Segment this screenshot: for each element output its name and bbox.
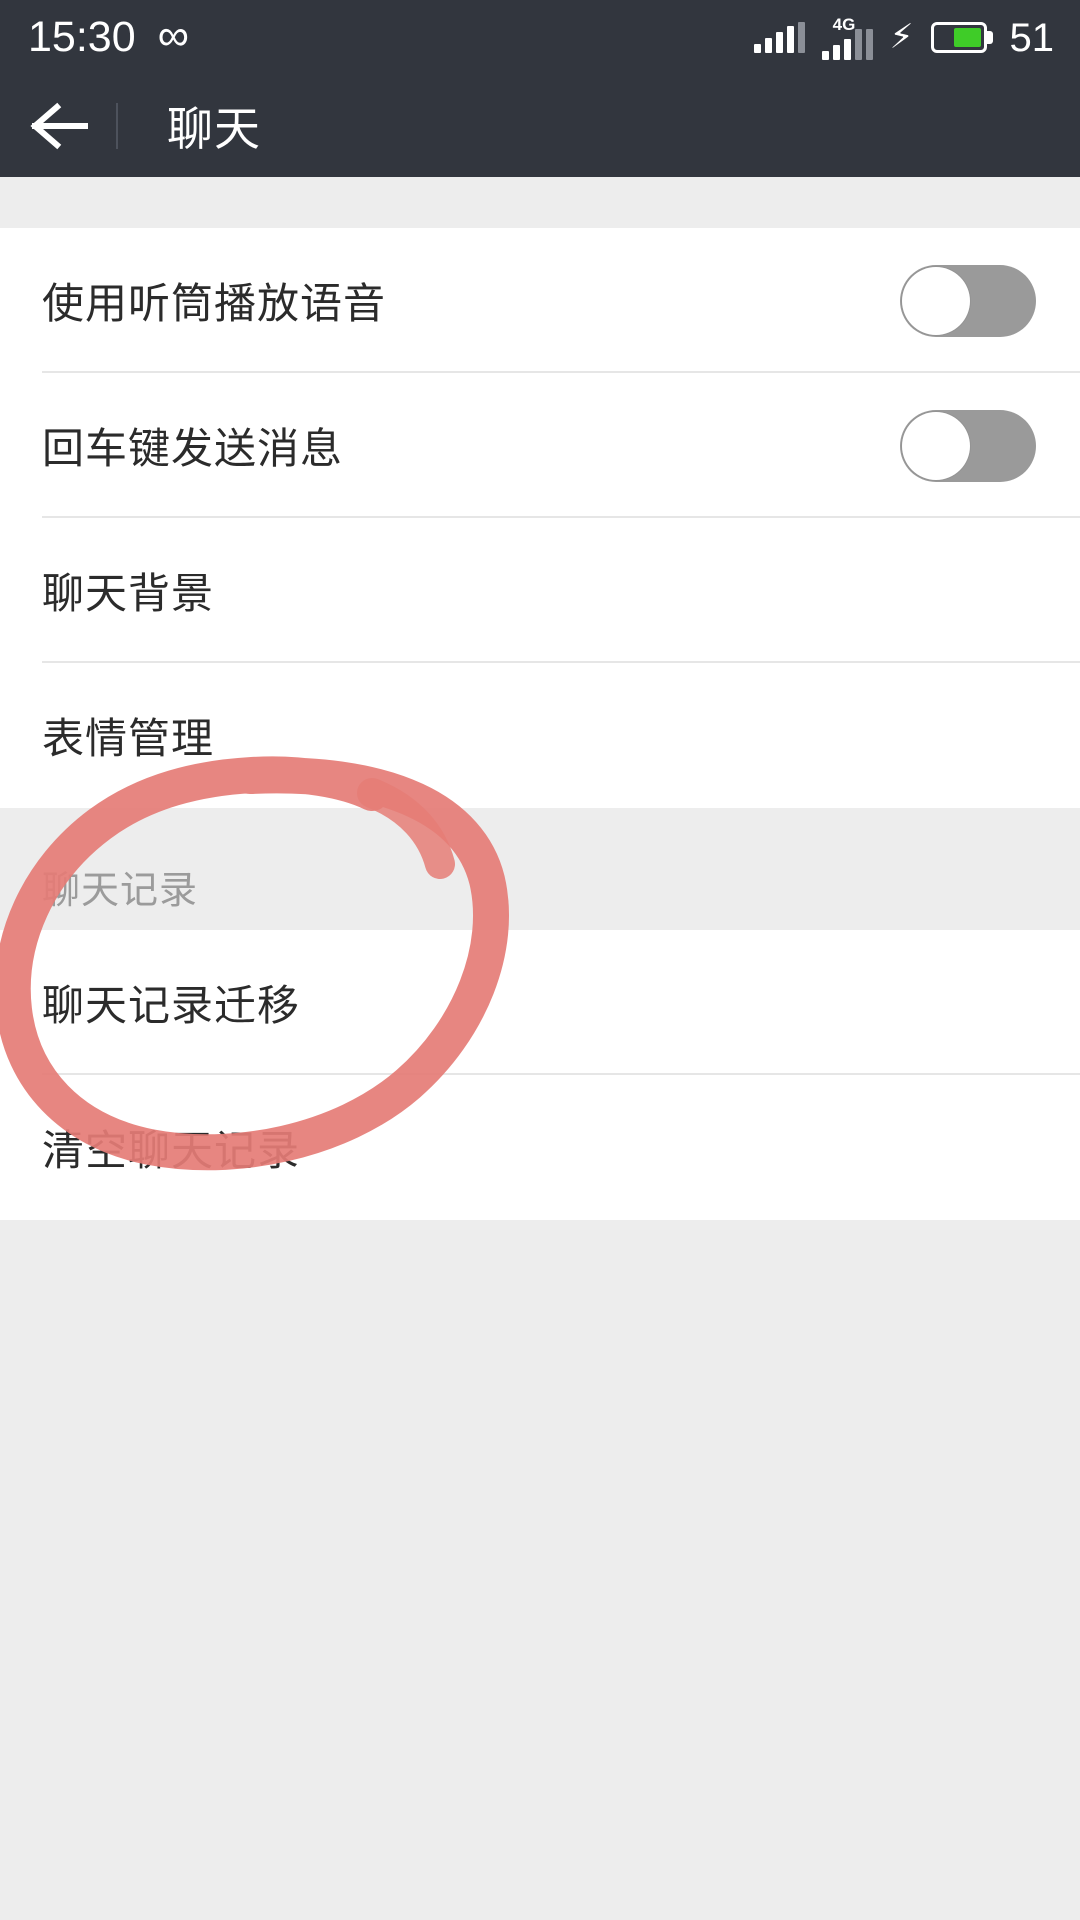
settings-content: 使用听筒播放语音 回车键发送消息 聊天背景 表情管理 聊天记录 聊天记录迁移 清… [0, 177, 1080, 1920]
signal-bars-sim1-icon [753, 21, 805, 53]
back-button[interactable] [0, 75, 116, 177]
row-enter-sends-message[interactable]: 回车键发送消息 [0, 373, 1080, 518]
section-header-chat-history: 聊天记录 [0, 808, 1080, 930]
row-emoji-management[interactable]: 表情管理 [0, 663, 1080, 808]
bottom-spacer [0, 1220, 1080, 1920]
status-bar-right: 4G ⚡ 51 [753, 15, 1055, 60]
battery-percent-label: 51 [1009, 15, 1055, 60]
toggle-enter-sends-message[interactable] [900, 409, 1036, 482]
phone-screen: 15:30 ∞ 4G ⚡ 51 聊天 使用听筒播放语音 回车键发送消息 聊天背景… [0, 0, 1080, 1920]
settings-group-chat: 使用听筒播放语音 回车键发送消息 聊天背景 表情管理 [0, 228, 1080, 808]
row-label: 聊天背景 [42, 570, 215, 617]
status-bar: 15:30 ∞ 4G ⚡ 51 [0, 0, 1080, 75]
row-clear-chat-history[interactable]: 清空聊天记录 [0, 1075, 1080, 1220]
page-title: 聊天 [167, 103, 261, 155]
row-label: 使用听筒播放语音 [42, 280, 387, 327]
row-chat-history-migration[interactable]: 聊天记录迁移 [0, 930, 1080, 1075]
row-label: 表情管理 [42, 715, 215, 762]
row-label: 聊天记录迁移 [42, 982, 301, 1029]
back-arrow-icon [30, 102, 88, 150]
toggle-earpiece-playback[interactable] [900, 264, 1036, 337]
row-earpiece-playback[interactable]: 使用听筒播放语音 [0, 228, 1080, 373]
infinity-icon: ∞ [157, 10, 189, 60]
settings-group-chat-history: 聊天记录迁移 清空聊天记录 [0, 930, 1080, 1220]
charging-bolt-icon: ⚡ [889, 17, 914, 56]
battery-icon [930, 22, 993, 53]
app-bar: 聊天 [0, 75, 1080, 177]
row-label: 回车键发送消息 [42, 425, 344, 472]
signal-bars-sim2-icon: 4G [821, 16, 873, 60]
clock: 15:30 [28, 13, 136, 61]
row-chat-background[interactable]: 聊天背景 [0, 518, 1080, 663]
row-label: 清空聊天记录 [42, 1127, 301, 1174]
status-bar-left: 15:30 ∞ [28, 10, 189, 61]
top-spacer [0, 177, 1080, 228]
app-bar-divider [116, 103, 118, 149]
section-header-label: 聊天记录 [42, 870, 199, 912]
